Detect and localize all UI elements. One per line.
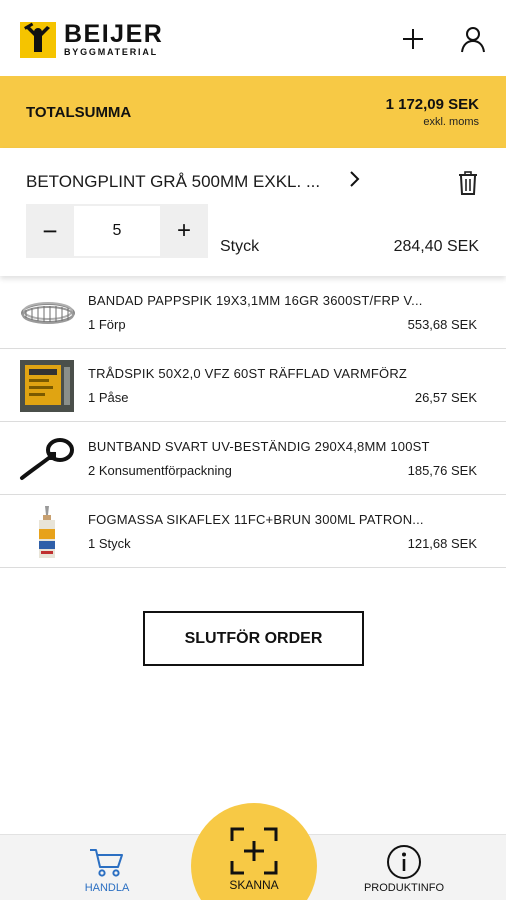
brand-subtitle: BYGGMATERIAL xyxy=(64,47,158,57)
item-price: 121,68 SEK xyxy=(407,536,477,551)
info-icon xyxy=(386,844,422,880)
cart-icon xyxy=(89,847,125,879)
chevron-right-icon[interactable] xyxy=(346,168,364,190)
item-quantity: 1 Förp xyxy=(88,317,126,332)
total-bar: TOTALSUMMA 1 172,09 SEK exkl. moms xyxy=(0,76,506,148)
list-item[interactable]: FOGMASSA SIKAFLEX 11FC+BRUN 300ML PATRON… xyxy=(0,495,506,568)
total-amount: 1 172,09 SEK xyxy=(385,96,479,113)
cart-list: BANDAD PAPPSPIK 19X3,1MM 16GR 3600ST/FRP… xyxy=(0,276,506,568)
app-header: BEIJER BYGGMATERIAL xyxy=(0,0,506,76)
item-title[interactable]: BETONGPLINT GRÅ 500MM EXKL. ... xyxy=(26,172,320,192)
quantity-input[interactable]: 5 xyxy=(74,204,160,258)
expanded-cart-item: BETONGPLINT GRÅ 500MM EXKL. ... − 5 + St… xyxy=(0,148,506,276)
nail-package-image xyxy=(18,359,76,413)
nav-handla-label: HANDLA xyxy=(84,882,130,894)
list-item[interactable]: BUNTBAND SVART UV-BESTÄNDIG 290X4,8MM 10… xyxy=(0,422,506,495)
trash-icon[interactable] xyxy=(456,170,480,196)
list-item[interactable]: TRÅDSPIK 50X2,0 VFZ 60ST RÄFFLAD VARMFÖR… xyxy=(0,349,506,422)
item-price: 185,76 SEK xyxy=(407,463,477,478)
list-item[interactable]: BANDAD PAPPSPIK 19X3,1MM 16GR 3600ST/FRP… xyxy=(0,276,506,349)
nav-skanna-label: SKANNA xyxy=(229,878,279,892)
scan-icon xyxy=(230,827,278,875)
item-quantity: 2 Konsumentförpackning xyxy=(88,463,232,478)
item-quantity: 1 Påse xyxy=(88,390,129,405)
coil-nails-image xyxy=(18,286,76,340)
item-name: BUNTBAND SVART UV-BESTÄNDIG 290X4,8MM 10… xyxy=(88,439,430,454)
item-unit: Styck xyxy=(220,238,260,255)
item-price: 284,40 SEK xyxy=(393,238,479,255)
user-icon[interactable] xyxy=(458,24,488,54)
item-name: BANDAD PAPPSPIK 19X3,1MM 16GR 3600ST/FRP… xyxy=(88,293,423,308)
sealant-tube-image xyxy=(18,505,76,559)
nav-produktinfo[interactable]: PRODUKTINFO xyxy=(358,835,450,900)
item-price: 553,68 SEK xyxy=(407,317,477,332)
plus-icon[interactable] xyxy=(398,24,428,54)
quantity-stepper: − 5 + xyxy=(26,204,208,258)
logo-mark-icon xyxy=(20,22,56,58)
total-vat-note: exkl. moms xyxy=(423,116,479,128)
item-name: FOGMASSA SIKAFLEX 11FC+BRUN 300ML PATRON… xyxy=(88,512,424,527)
nav-produktinfo-label: PRODUKTINFO xyxy=(363,882,445,894)
beijer-logo: BEIJER BYGGMATERIAL xyxy=(20,20,180,58)
nav-handla[interactable]: HANDLA xyxy=(70,835,144,900)
total-label: TOTALSUMMA xyxy=(26,104,132,121)
decrease-quantity-button[interactable]: − xyxy=(26,204,74,258)
scan-button[interactable]: SKANNA xyxy=(191,803,317,900)
cable-tie-image xyxy=(18,432,76,486)
item-price: 26,57 SEK xyxy=(414,390,477,405)
increase-quantity-button[interactable]: + xyxy=(160,204,208,258)
checkout-button[interactable]: SLUTFÖR ORDER xyxy=(143,611,364,666)
item-name: TRÅDSPIK 50X2,0 VFZ 60ST RÄFFLAD VARMFÖR… xyxy=(88,366,408,381)
item-quantity: 1 Styck xyxy=(88,536,131,551)
brand-name: BEIJER xyxy=(64,20,164,48)
